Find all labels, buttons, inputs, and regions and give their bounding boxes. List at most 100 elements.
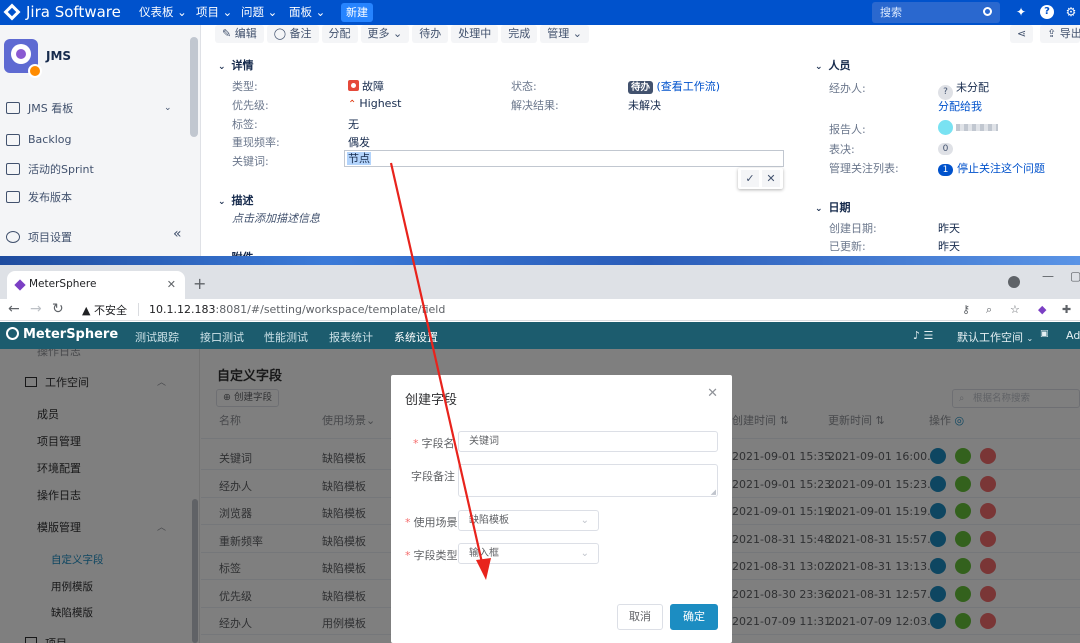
insecure-warning[interactable]: ▲ 不安全 [82,302,127,318]
details-heading[interactable]: ⌄ 详情 [218,57,254,73]
comment-button[interactable]: ◯ 备注 [266,25,319,43]
sprint-icon [6,163,20,175]
chevron-down-icon: ⌄ [580,548,589,559]
user-menu[interactable]: Adr [1066,329,1080,342]
todo-button[interactable]: 待办 [412,25,449,43]
gear-icon [6,231,20,243]
language-icon[interactable]: ▣ [1040,329,1049,339]
view-workflow-link[interactable]: (查看工作流) [657,80,721,93]
resize-handle-icon[interactable]: ◢ [711,488,716,496]
nav-issues[interactable]: 问题 ⌄ [241,4,277,20]
nav-system-settings[interactable]: 系统设置 [394,329,438,345]
close-icon[interactable]: ✕ [707,386,718,401]
sidebar-item-board[interactable]: JMS 看板 ⌄ [6,100,172,116]
share-icon[interactable]: ⋖ [1010,25,1034,43]
labels-label: 标签: [232,118,258,131]
nav-api-test[interactable]: 接口测试 [200,329,244,345]
people-heading[interactable]: ⌄ 人员 [815,57,851,73]
in-progress-button[interactable]: 处理中 [451,25,499,43]
maximize-icon[interactable]: ▢ [1070,269,1080,283]
field-remark-textarea[interactable]: ◢ [458,464,718,497]
export-button[interactable]: ⇪ 导出 [1040,25,1080,43]
sidebar-item-active-sprint[interactable]: 活动的Sprint [6,161,94,177]
done-button[interactable]: 完成 [501,25,538,43]
nav-reports[interactable]: 报表统计 [329,329,373,345]
sidebar-item-backlog[interactable]: Backlog [6,133,71,146]
bug-icon [348,80,359,91]
confirm-button[interactable]: 确定 [670,604,718,630]
back-icon[interactable]: ← [8,301,20,317]
resolution-value: 未解决 [628,99,661,112]
admin-button[interactable]: 管理 ⌄ [540,25,589,43]
chevron-down-icon: ⌄ [218,197,226,207]
key-icon[interactable]: ⚷ [962,303,970,316]
workspace-selector[interactable]: 默认工作空间 ⌄ [957,329,1033,345]
field-scene-select[interactable]: 缺陷模板 ⌄ [458,510,599,531]
cancel-x-icon[interactable]: ✕ [762,170,780,187]
edit-button[interactable]: ✎ 编辑 [215,25,264,43]
cancel-button[interactable]: 取消 [617,604,663,630]
reporter-value [938,120,998,135]
browser-tab-bar: MeterSphere ✕ + — ▢ [0,265,1080,299]
dates-heading[interactable]: ⌄ 日期 [815,199,851,215]
jira-sidebar: JMS JMS 看板 ⌄ Backlog 活动的Sprint 发布版本 项目设置 … [0,25,201,262]
profile-icon[interactable] [1008,276,1020,288]
description-heading[interactable]: ⌄ 描述 [218,192,254,208]
assign-to-me-link[interactable]: 分配给我 [938,98,982,114]
nav-test-track[interactable]: 测试跟踪 [135,329,179,345]
board-icon [6,102,20,114]
type-label: 类型: [232,80,258,93]
keyword-label: 关键词: [232,155,269,168]
nav-performance[interactable]: 性能测试 [264,329,308,345]
url-input[interactable]: ▲ 不安全 10.1.12.183:8081/#/setting/workspa… [72,300,1032,320]
field-name-input[interactable]: 关键词 [458,431,718,452]
nav-projects[interactable]: 项目 ⌄ [196,4,232,20]
stop-watching-link[interactable]: 停止关注这个问题 [957,162,1045,175]
browser-tab[interactable]: MeterSphere ✕ [7,271,185,299]
watchers-value: 1 停止关注这个问题 [938,160,1045,176]
sidebar-item-releases[interactable]: 发布版本 [6,189,72,205]
type-value: 故障 [348,78,384,94]
collapse-sidebar-icon[interactable]: « [173,226,182,242]
backlog-icon [6,133,20,146]
jira-logo[interactable]: Jira Software [3,3,121,21]
jira-search-input[interactable]: 搜索 [872,2,1000,23]
project-badge-icon [28,64,42,78]
puzzle-icon[interactable]: ✚ [1062,303,1071,316]
help-icon[interactable]: ? [1040,5,1054,19]
bookmark-star-icon[interactable]: ☆ [1010,303,1020,316]
close-tab-icon[interactable]: ✕ [167,271,176,298]
gear-icon[interactable]: ⚙ [1064,5,1078,19]
confirm-check-icon[interactable]: ✓ [741,170,759,187]
notification-bell-icon[interactable]: ♪ ☰ [913,329,933,342]
priority-value: ⌃ Highest [348,97,402,110]
assign-button[interactable]: 分配 [321,25,358,43]
megaphone-icon[interactable]: ✦ [1014,5,1028,19]
forward-icon[interactable]: → [30,301,42,317]
issue-toolbar: ✎ 编辑 ◯ 备注 分配 更多 ⌄ 待办 处理中 完成 管理 ⌄ [215,25,589,45]
created-label: 创建日期: [829,222,877,235]
keyword-input[interactable]: 节点 [344,150,784,167]
extension-metersphere-icon[interactable]: ◆ [1038,303,1046,316]
create-field-dialog: 创建字段 ✕ * 字段名 关键词 字段备注 ◢ * 使用场景 缺陷模板 ⌄ * 字段类型… [391,375,732,643]
metersphere-logo[interactable]: MeterSphere [6,327,118,342]
sidebar-item-project-settings[interactable]: 项目设置 [6,229,72,245]
more-button[interactable]: 更多 ⌄ [360,25,410,43]
create-issue-button[interactable]: 新建 [341,3,373,22]
updated-value: 昨天 [938,240,960,253]
reload-icon[interactable]: ↻ [52,301,64,317]
minimize-icon[interactable]: — [1042,269,1054,283]
chevron-down-icon: ⌄ [218,62,226,72]
description-placeholder[interactable]: 点击添加描述信息 [232,210,320,226]
votes-value[interactable]: 0 [938,141,953,155]
reporter-label: 报告人: [829,123,866,136]
updated-label: 已更新: [829,240,866,253]
sidebar-scrollbar[interactable] [190,37,198,137]
votes-label: 表决: [829,143,855,156]
zoom-icon[interactable]: ⌕ [986,303,992,317]
created-value: 昨天 [938,222,960,235]
field-type-select[interactable]: 输入框 ⌄ [458,543,599,564]
new-tab-icon[interactable]: + [193,274,206,293]
nav-boards[interactable]: 面板 ⌄ [289,4,325,20]
nav-dashboards[interactable]: 仪表板 ⌄ [139,4,187,20]
